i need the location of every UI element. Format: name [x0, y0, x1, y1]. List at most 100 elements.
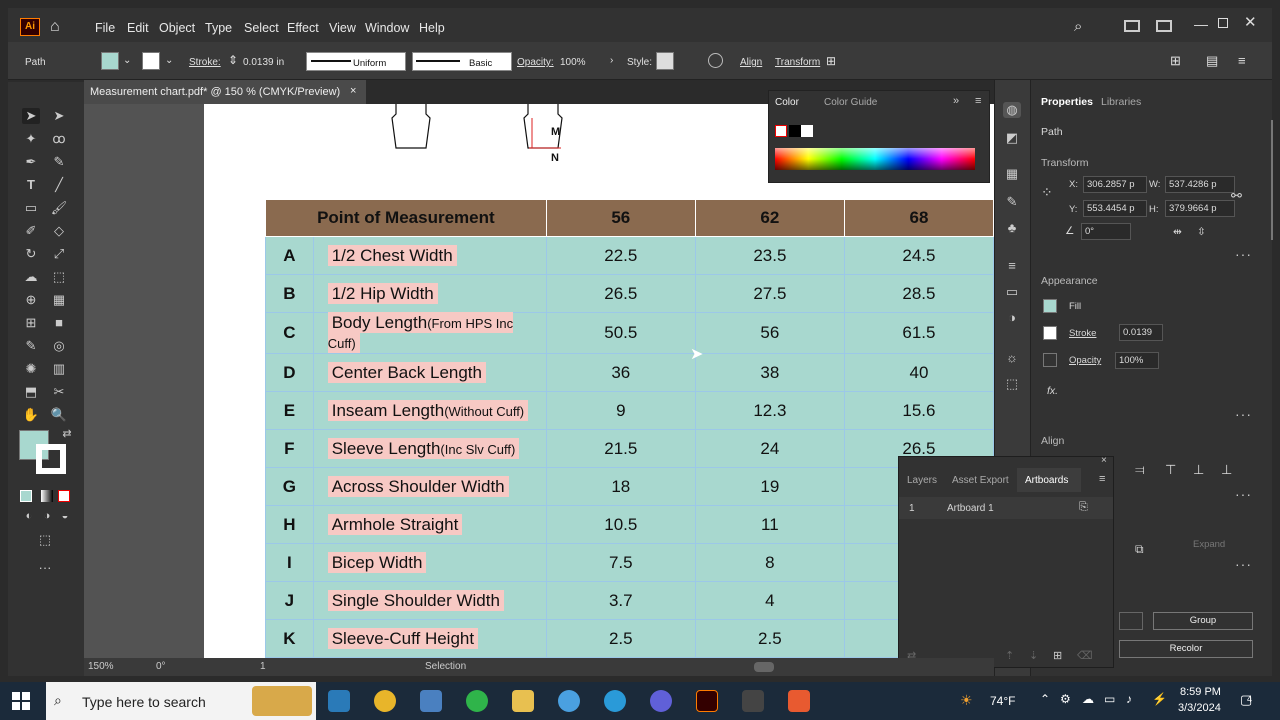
rotation-view[interactable]: 0° [156, 661, 166, 672]
more-options-icon[interactable]: ··· [1235, 246, 1252, 262]
eraser-tool-icon[interactable]: ◇ [50, 223, 68, 239]
tray-chevron-icon[interactable]: ⌃ [1040, 692, 1050, 706]
gradient-mode-icon[interactable] [41, 490, 53, 502]
arrange-documents-icon[interactable] [1124, 20, 1140, 32]
menu-type[interactable]: Type [205, 21, 232, 35]
x-input[interactable]: 306.2857 p [1083, 176, 1147, 193]
style-swatch[interactable] [656, 52, 674, 70]
direct-selection-tool-icon[interactable]: ➤ [50, 108, 68, 124]
menu-lines-icon[interactable]: ≡ [1238, 53, 1246, 68]
delete-icon[interactable]: ⌫ [1077, 649, 1093, 662]
stroke-color-box[interactable] [36, 444, 66, 474]
warp-tool-icon[interactable]: ☁ [22, 269, 40, 285]
pen-tool-icon[interactable]: ✒ [22, 154, 40, 170]
artboard-tool-icon[interactable]: ⬒ [22, 384, 40, 400]
home-icon[interactable]: ⌂ [50, 18, 60, 36]
windows-start-icon[interactable] [12, 692, 30, 710]
align-middle-icon[interactable]: ⊥ [1193, 462, 1204, 478]
align-top-icon[interactable]: ⊤ [1165, 462, 1176, 478]
opacity-label-panel[interactable]: Opacity [1069, 355, 1101, 366]
fill-swatch-panel[interactable] [1043, 299, 1057, 313]
panel-scrollbar[interactable] [1271, 120, 1273, 240]
group-button[interactable]: Group [1153, 612, 1253, 630]
hand-tool-icon[interactable]: ✋ [22, 407, 40, 423]
lasso-tool-icon[interactable]: ꝏ [50, 131, 68, 147]
slice-tool-icon[interactable]: ✂ [50, 384, 68, 400]
transparency-icon[interactable]: ◑ [1003, 310, 1021, 326]
collapse-panel-icon[interactable]: » [953, 95, 959, 107]
menu-help[interactable]: Help [419, 21, 445, 35]
calculator-icon[interactable] [420, 690, 442, 712]
quick-action-button[interactable] [1119, 612, 1143, 630]
stroke-label[interactable]: Stroke: [189, 57, 221, 68]
graphic-styles-icon[interactable]: ⬚ [1003, 376, 1021, 392]
new-artboard-icon[interactable]: ⊞ [1053, 649, 1062, 662]
appearance-icon[interactable]: ☼ [1003, 350, 1021, 366]
workspace-icon[interactable] [1156, 20, 1172, 32]
minimize-button[interactable]: — [1194, 16, 1208, 32]
illustrator-taskbar-icon[interactable] [696, 690, 718, 712]
transform-link[interactable]: Transform [775, 57, 820, 68]
maximize-button[interactable] [1218, 18, 1228, 28]
clock-date[interactable]: 3/3/2024 [1178, 702, 1221, 714]
search-icon[interactable]: ⌕ [1074, 18, 1082, 35]
tab-properties[interactable]: Properties [1041, 96, 1093, 108]
menu-edit[interactable]: Edit [127, 21, 149, 35]
color-spectrum[interactable] [775, 148, 975, 170]
zoom-tool-icon[interactable]: 🔍 [50, 407, 68, 423]
tray-icon[interactable]: ⚙ [1060, 692, 1071, 706]
align-bottom-icon[interactable]: ⊥ [1221, 462, 1232, 478]
isolate-icon[interactable]: ⊞ [826, 54, 836, 68]
more-options-icon[interactable]: ··· [1235, 556, 1252, 572]
expand-button[interactable]: Expand [1193, 539, 1225, 550]
discord-icon[interactable] [650, 690, 672, 712]
align-link[interactable]: Align [740, 57, 762, 68]
gradient-panel-icon[interactable]: ▭ [1003, 284, 1021, 300]
menu-object[interactable]: Object [159, 21, 195, 35]
panel-menu-icon[interactable]: ≡ [1099, 473, 1105, 485]
chevron-right-icon[interactable]: › [610, 55, 613, 66]
column-graph-tool-icon[interactable]: ▥ [50, 361, 68, 377]
move-up-icon[interactable]: ⇡ [1005, 649, 1014, 662]
menu-effect[interactable]: Effect [287, 21, 319, 35]
taskbar-search-box[interactable]: ⌕ Type here to search [46, 682, 316, 720]
close-button[interactable]: ✕ [1244, 13, 1257, 31]
tab-asset-export[interactable]: Asset Export [952, 475, 1009, 486]
move-down-icon[interactable]: ⇣ [1029, 649, 1038, 662]
vscode-icon[interactable] [328, 690, 350, 712]
chevron-down-icon[interactable]: ⌄ [123, 55, 131, 66]
telegram-icon[interactable] [604, 690, 626, 712]
stroke-panel-icon[interactable]: ≡ [1003, 258, 1021, 274]
y-input[interactable]: 553.4454 p [1083, 200, 1147, 217]
selection-tool-icon[interactable]: ➤ [22, 108, 40, 124]
panel-menu-icon[interactable]: ≡ [975, 95, 981, 107]
color-mode-icon[interactable] [20, 490, 32, 502]
draw-inside-icon[interactable]: ◒ [56, 510, 74, 526]
free-transform-tool-icon[interactable]: ⬚ [50, 269, 68, 285]
shape-builder-tool-icon[interactable]: ⊕ [22, 292, 40, 308]
measurement-table[interactable]: Point of Measurement 56 62 68 A 1/2 Chest… [265, 199, 994, 658]
chrome-icon[interactable] [374, 690, 396, 712]
constrain-proportions-icon[interactable]: ⚯ [1231, 188, 1242, 204]
menu-select[interactable]: Select [244, 21, 279, 35]
stroke-weight-panel-input[interactable]: 0.0139 [1119, 324, 1163, 341]
effects-icon[interactable]: fx. [1047, 385, 1058, 397]
artboard-list-item[interactable]: 1 Artboard 1 ⎘ [899, 497, 1113, 519]
white-color-icon[interactable] [801, 125, 813, 137]
recolor-globe-icon[interactable] [708, 53, 723, 68]
reference-point-icon[interactable]: ⁘ [1041, 184, 1053, 201]
magic-wand-tool-icon[interactable]: ✦ [22, 131, 40, 147]
menu-file[interactable]: File [95, 21, 115, 35]
align-right-icon[interactable]: ⫤ [1135, 462, 1145, 478]
line-tool-icon[interactable]: ╱ [50, 177, 68, 193]
tab-color-guide[interactable]: Color Guide [824, 97, 877, 108]
rotate-tool-icon[interactable]: ↻ [22, 246, 40, 262]
opacity-label[interactable]: Opacity: [517, 57, 554, 68]
inkscape-icon[interactable] [742, 690, 764, 712]
swap-colors-icon[interactable]: ⇄ [58, 427, 76, 443]
grid-icon[interactable]: ⊞ [1170, 53, 1181, 69]
close-tab-icon[interactable]: × [350, 85, 356, 97]
symbols-icon[interactable]: ♣ [1003, 220, 1021, 236]
app-icon[interactable] [558, 690, 580, 712]
artboard-options-icon[interactable]: ⎘ [1079, 501, 1088, 514]
